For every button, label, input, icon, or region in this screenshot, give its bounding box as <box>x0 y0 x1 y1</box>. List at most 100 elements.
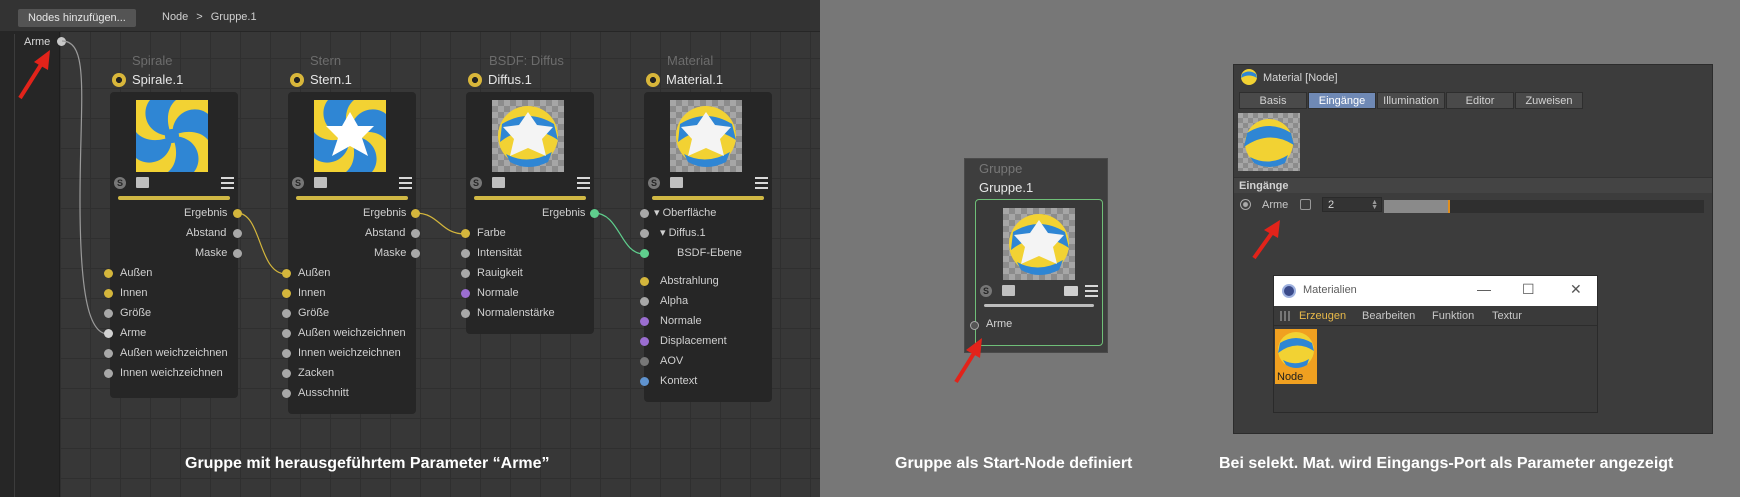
input-port[interactable] <box>461 269 470 278</box>
input-port[interactable] <box>282 369 291 378</box>
menu-icon[interactable] <box>399 177 412 189</box>
tab-editor[interactable]: Editor <box>1446 92 1514 109</box>
menu-funktion[interactable]: Funktion <box>1432 310 1474 322</box>
port-label: Ergebnis <box>184 207 228 219</box>
node-title-diffus[interactable]: Diffus.1 <box>468 72 532 87</box>
solo-icon[interactable]: S <box>980 285 992 297</box>
menu-icon[interactable] <box>221 177 234 189</box>
sphere-preview <box>492 100 564 172</box>
input-port[interactable] <box>282 349 291 358</box>
input-port[interactable] <box>640 277 649 286</box>
node-toolbar: S <box>980 284 1098 298</box>
input-port[interactable] <box>282 309 291 318</box>
input-port[interactable] <box>640 317 649 326</box>
input-port[interactable] <box>640 297 649 306</box>
tree-item[interactable]: ▾ Oberfläche <box>654 206 716 220</box>
menu-textur[interactable]: Textur <box>1492 310 1522 322</box>
tab-zuweisen[interactable]: Zuweisen <box>1515 92 1583 109</box>
input-port[interactable] <box>461 309 470 318</box>
node-status-bar <box>474 196 586 200</box>
solo-icon[interactable]: S <box>648 177 660 189</box>
input-port[interactable] <box>461 249 470 258</box>
breadcrumb-node[interactable]: Node <box>162 11 188 23</box>
menu-icon[interactable] <box>1085 285 1098 297</box>
node-toolbar: S <box>648 176 768 190</box>
solo-icon[interactable]: S <box>292 177 304 189</box>
output-port[interactable] <box>411 209 420 218</box>
output-port[interactable] <box>233 249 242 258</box>
parameter-value-field[interactable]: 2 ▲ ▼ <box>1322 197 1382 212</box>
port-label: Außen <box>120 267 153 279</box>
minimize-icon[interactable]: — <box>1477 281 1491 297</box>
grip-icon[interactable] <box>1280 311 1290 321</box>
input-port[interactable] <box>282 269 291 278</box>
caption-left: Gruppe mit herausgeführtem Parameter “Ar… <box>185 455 550 472</box>
output-port[interactable] <box>590 209 599 218</box>
output-port[interactable] <box>411 249 420 258</box>
material-preview <box>670 100 742 172</box>
node-title-stern[interactable]: Stern.1 <box>290 72 352 87</box>
group-node-name[interactable]: Gruppe.1 <box>979 180 1033 195</box>
menu-icon[interactable] <box>755 177 768 189</box>
parameter-checkbox[interactable] <box>1300 199 1311 210</box>
input-port[interactable] <box>104 369 113 378</box>
output-port[interactable] <box>411 229 420 238</box>
input-port[interactable] <box>104 329 113 338</box>
add-nodes-button[interactable]: Nodes hinzufügen... <box>18 9 136 27</box>
input-port[interactable] <box>282 329 291 338</box>
close-icon[interactable]: ✕ <box>1570 281 1582 298</box>
input-port[interactable] <box>461 289 470 298</box>
folder-icon[interactable] <box>1064 286 1078 296</box>
attribute-tabs: Basis Eingänge Illumination Editor Zuwei… <box>1239 92 1584 110</box>
input-port[interactable] <box>282 289 291 298</box>
input-port[interactable] <box>461 229 470 238</box>
input-port[interactable] <box>640 229 649 238</box>
menu-bearbeiten[interactable]: Bearbeiten <box>1362 310 1415 322</box>
input-port[interactable] <box>640 337 649 346</box>
image-icon[interactable] <box>314 177 327 188</box>
input-port[interactable] <box>282 389 291 398</box>
image-icon[interactable] <box>492 177 505 188</box>
input-port[interactable] <box>640 377 649 386</box>
image-icon[interactable] <box>1002 285 1015 296</box>
output-port[interactable] <box>233 209 242 218</box>
input-port[interactable] <box>104 269 113 278</box>
port-label: Normale <box>477 287 519 299</box>
node-toolbar: S <box>470 176 590 190</box>
port-label: Displacement <box>660 335 727 347</box>
slider-handle[interactable] <box>1448 200 1450 213</box>
input-port[interactable] <box>640 357 649 366</box>
group-node[interactable]: S Arme <box>970 199 1103 346</box>
parameter-slider[interactable] <box>1384 200 1704 213</box>
tab-basis[interactable]: Basis <box>1239 92 1307 109</box>
solo-icon[interactable]: S <box>470 177 482 189</box>
input-port[interactable] <box>104 289 113 298</box>
menu-erzeugen[interactable]: Erzeugen <box>1299 310 1346 322</box>
tab-illumination[interactable]: Illumination <box>1377 92 1445 109</box>
port-label: Ergebnis <box>542 207 586 219</box>
image-icon[interactable] <box>136 177 149 188</box>
section-header: Eingänge <box>1234 177 1712 193</box>
input-port[interactable] <box>104 309 113 318</box>
input-port[interactable] <box>640 249 649 258</box>
group-input-port[interactable] <box>57 37 66 46</box>
input-port[interactable] <box>640 209 649 218</box>
breadcrumb-group[interactable]: Gruppe.1 <box>211 11 257 23</box>
image-icon[interactable] <box>670 177 683 188</box>
tab-eingaenge[interactable]: Eingänge <box>1308 92 1376 109</box>
solo-icon[interactable]: S <box>114 177 126 189</box>
node-title-spirale[interactable]: Spirale.1 <box>112 72 183 87</box>
material-item[interactable]: Node <box>1275 329 1317 384</box>
port-label: Arme <box>986 318 1013 330</box>
port-label: Alpha <box>660 295 689 307</box>
tree-item[interactable]: ▾ Diffus.1 <box>660 226 706 240</box>
node-title-material[interactable]: Material.1 <box>646 72 723 87</box>
maximize-icon[interactable]: ☐ <box>1522 281 1535 298</box>
group-input-port[interactable] <box>970 321 979 330</box>
output-port[interactable] <box>233 229 242 238</box>
input-port[interactable] <box>104 349 113 358</box>
node-toolbar: S <box>292 176 412 190</box>
stepper-icon[interactable]: ▲ ▼ <box>1371 199 1378 211</box>
animate-radio[interactable] <box>1240 199 1251 210</box>
menu-icon[interactable] <box>577 177 590 189</box>
